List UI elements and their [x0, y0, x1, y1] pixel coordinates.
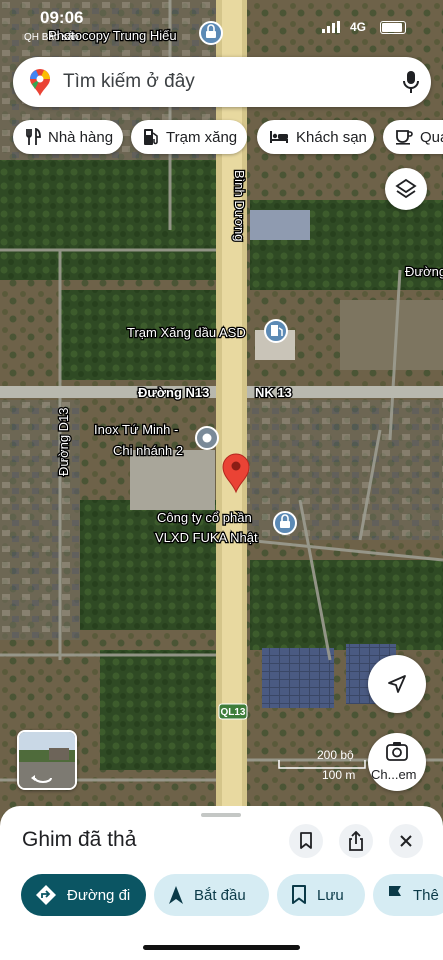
flag-icon: [389, 886, 401, 904]
road-label-binh-duong: Bình Dương: [232, 170, 247, 241]
bookmark-icon: [300, 832, 312, 849]
road-label-d13: Đường D13: [56, 407, 71, 476]
street-view-image: [19, 732, 75, 788]
carrier-label: QH Bảo sắn: [24, 32, 79, 43]
home-indicator: [143, 945, 300, 950]
close-icon: [400, 835, 412, 847]
chip-label: Nhà hàng: [48, 128, 114, 146]
bookmark-icon: [292, 885, 306, 904]
directions-icon: [36, 885, 56, 905]
sheet-title: Ghim đã thả: [22, 828, 137, 851]
battery-icon: [380, 21, 406, 34]
status-time: 09:06: [40, 8, 84, 27]
label-button[interactable]: Thê: [373, 874, 443, 916]
category-chips: Nhà hàng Trạm xăng Khách sạn Quá: [0, 120, 443, 156]
street-view-thumbnail[interactable]: [17, 730, 77, 790]
restaurant-icon: [26, 128, 41, 145]
status-bar: 09:06 4G QH Bảo sắn: [0, 0, 443, 43]
road-label-nk13: NK 13: [255, 385, 292, 400]
close-button[interactable]: [389, 824, 423, 858]
map-label-fuka-line1[interactable]: Công ty cổ phần: [156, 509, 253, 527]
start-button[interactable]: Bắt đầu: [154, 874, 269, 916]
google-maps-pin-icon: [30, 69, 50, 96]
sheet-drag-handle[interactable]: [201, 813, 241, 817]
navigation-arrow-icon: [388, 675, 406, 693]
directions-button[interactable]: Đường đi: [21, 874, 146, 916]
hotel-icon: [270, 131, 288, 143]
bottom-sheet: Ghim đã thả Đường đi Bắt đầu Lưu Thê: [0, 806, 443, 960]
navigation-arrow-icon: [169, 886, 183, 904]
chip-restaurant[interactable]: Nhà hàng: [13, 120, 123, 154]
highway-shield-ql13: QL13: [218, 703, 248, 720]
chip-hotel[interactable]: Khách sạn: [257, 120, 374, 154]
lens-button[interactable]: Ch...em: [368, 733, 426, 791]
save-button[interactable]: Lưu: [277, 874, 365, 916]
layers-icon: [395, 178, 417, 199]
start-label: Bắt đầu: [194, 886, 246, 904]
save-icon-button[interactable]: [289, 824, 323, 858]
cafe-icon: [396, 130, 413, 145]
gas-station-icon: [144, 129, 158, 145]
map-label-inox-line1[interactable]: Inox Tứ Minh -: [93, 421, 180, 439]
chip-label: Quá: [420, 128, 443, 146]
signal-icon: [322, 21, 340, 33]
map-label-inox-line2[interactable]: Chi nhánh 2: [112, 442, 185, 460]
lens-label: Ch...em: [371, 767, 417, 782]
scale-feet: 200 bộ: [317, 748, 354, 762]
road-label-duong-top-right: Đường: [405, 264, 443, 279]
search-input[interactable]: Tìm kiếm ở đây: [63, 71, 195, 93]
fuka-poi-icon[interactable]: [273, 511, 297, 535]
chip-label: Trạm xăng: [166, 128, 238, 146]
share-icon: [349, 831, 363, 851]
my-location-button[interactable]: [368, 655, 426, 713]
scale-meters: 100 m: [322, 768, 356, 782]
map-label-gas-station[interactable]: Trạm Xăng dầu ASD: [126, 324, 247, 342]
chip-label: Khách sạn: [296, 128, 367, 146]
map-label-fuka-line2[interactable]: VLXD FUKA Nhật: [154, 529, 260, 547]
network-type: 4G: [350, 20, 367, 34]
road-label-n13: Đường N13: [138, 385, 209, 400]
camera-lens-icon: [386, 742, 408, 761]
save-label: Lưu: [317, 886, 344, 904]
chip-cafe[interactable]: Quá: [383, 120, 443, 154]
label-label: Thê: [413, 886, 439, 904]
directions-label: Đường đi: [67, 886, 131, 904]
mic-icon[interactable]: [403, 70, 419, 94]
inox-poi-icon[interactable]: [195, 426, 219, 450]
layers-button[interactable]: [385, 168, 427, 210]
search-bar[interactable]: Tìm kiếm ở đây: [13, 57, 431, 107]
chip-gas-station[interactable]: Trạm xăng: [131, 120, 247, 154]
highway-shield-label: QL13: [220, 707, 245, 718]
gas-station-poi-icon[interactable]: [264, 319, 288, 343]
share-button[interactable]: [339, 824, 373, 858]
